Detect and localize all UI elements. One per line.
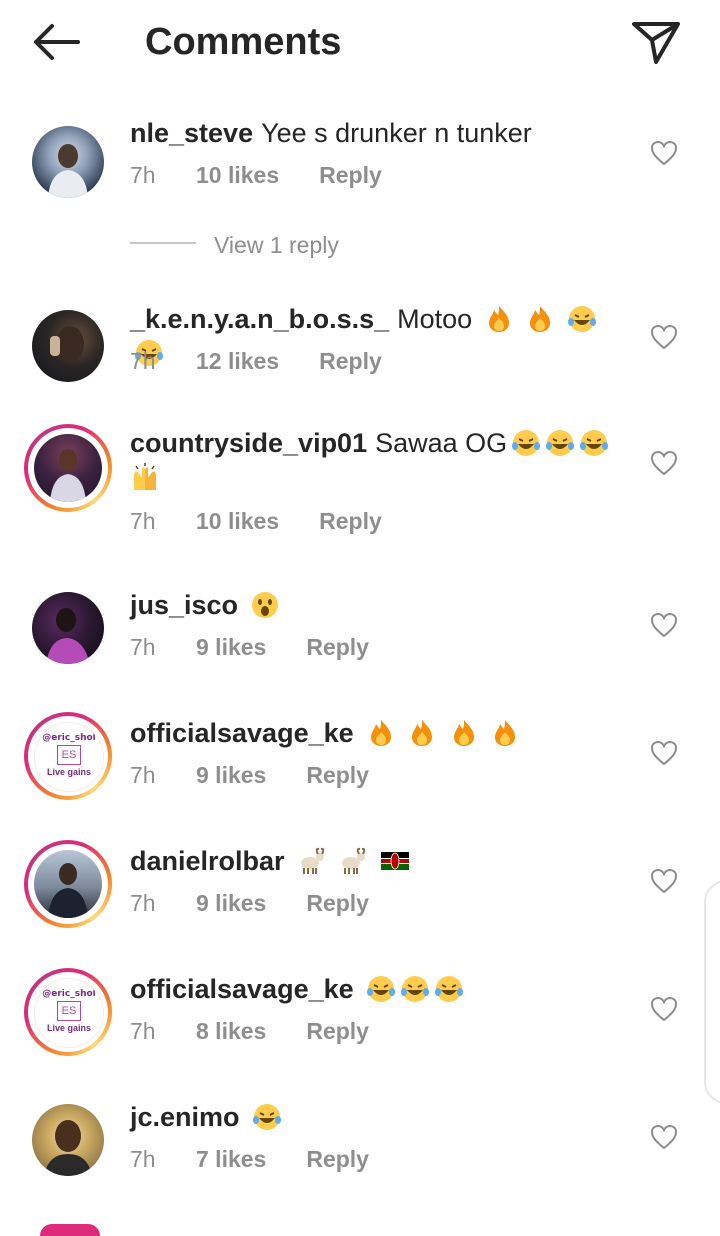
comment-time: 7h xyxy=(130,1146,156,1172)
comment-meta: 7h 9 likes Reply xyxy=(130,632,369,662)
heart-icon[interactable] xyxy=(650,1124,678,1150)
raised-hands-emoji-icon xyxy=(134,463,156,490)
reply-button[interactable]: Reply xyxy=(306,632,369,662)
comment-body: Motoo xyxy=(397,304,473,334)
surprised-emoji-icon xyxy=(252,592,279,618)
comment-username[interactable]: nle_steve xyxy=(130,118,253,148)
comment-time: 7h xyxy=(130,890,156,916)
avatar-logo-mark: ES xyxy=(57,745,81,765)
reply-button[interactable]: Reply xyxy=(306,1144,369,1174)
laugh-cry-emoji-icon xyxy=(512,430,541,456)
fire-emoji-icon xyxy=(530,306,551,332)
laugh-cry-emoji-icon xyxy=(434,976,463,1002)
likes-count[interactable]: 9 likes xyxy=(196,632,266,662)
comment-meta: 7h 12 likes Reply xyxy=(130,346,382,376)
fire-emoji-icon xyxy=(495,720,516,746)
comment-meta: 7h 8 likes Reply xyxy=(130,1016,369,1046)
avatar[interactable] xyxy=(24,584,112,672)
heart-icon[interactable] xyxy=(650,324,678,350)
comment-time: 7h xyxy=(130,634,156,660)
avatar-tag-text: Live gains xyxy=(46,1023,91,1033)
comment-meta: 7h 10 likes Reply xyxy=(130,160,382,190)
likes-count[interactable]: 9 likes xyxy=(196,888,266,918)
comment-username[interactable]: _k.e.n.y.a.n_b.o.s.s_ xyxy=(130,304,389,334)
next-avatar-partial xyxy=(40,1224,100,1236)
comment-meta: 7h 7 likes Reply xyxy=(130,1144,369,1174)
goat-emoji-icon xyxy=(342,847,366,874)
likes-count[interactable]: 7 likes xyxy=(196,1144,266,1174)
comment-username[interactable]: jc.enimo xyxy=(130,1102,240,1132)
comment-username[interactable]: officialsavage_ke xyxy=(130,718,354,748)
laugh-cry-emoji-icon xyxy=(580,430,609,456)
fire-emoji-icon xyxy=(412,720,433,746)
avatar-handle-text: @eric_shol xyxy=(42,989,96,999)
likes-count[interactable]: 8 likes xyxy=(196,1016,266,1046)
comment-time: 7h xyxy=(130,1018,156,1044)
fire-emoji-icon xyxy=(488,306,509,332)
comment-text: jus_isco xyxy=(130,588,630,622)
laugh-cry-emoji-icon xyxy=(567,306,596,332)
comment-time: 7h xyxy=(130,762,156,788)
heart-icon[interactable] xyxy=(650,450,678,476)
comment-time: 7h xyxy=(130,162,156,188)
avatar-logo-mark: ES xyxy=(57,1001,81,1021)
comment-text: jc.enimo xyxy=(130,1100,630,1134)
reply-button[interactable]: Reply xyxy=(306,1016,369,1046)
avatar[interactable]: @eric_shol ES Live gains xyxy=(24,712,112,800)
laugh-cry-emoji-icon xyxy=(546,430,575,456)
likes-count[interactable]: 9 likes xyxy=(196,760,266,790)
comment-text: countryside_vip01 Sawaa OG xyxy=(130,426,630,494)
comment-time: 7h xyxy=(130,348,156,374)
reply-button[interactable]: Reply xyxy=(306,888,369,918)
comment-body: Yee s drunker n tunker xyxy=(261,118,532,148)
comment-meta: 7h 9 likes Reply xyxy=(130,888,369,918)
comment-text: officialsavage_ke xyxy=(130,716,630,750)
comment-body: Sawaa OG xyxy=(375,428,508,458)
likes-count[interactable]: 10 likes xyxy=(196,160,279,190)
reply-button[interactable]: Reply xyxy=(319,506,382,536)
send-icon[interactable] xyxy=(630,18,682,66)
kenya-flag-icon xyxy=(380,852,409,870)
comment-text: nle_steve Yee s drunker n tunker xyxy=(130,116,630,150)
heart-icon[interactable] xyxy=(650,868,678,894)
comment-text: officialsavage_ke xyxy=(130,972,630,1006)
header-bar: Comments xyxy=(0,0,720,84)
laugh-cry-emoji-icon xyxy=(366,976,395,1002)
likes-count[interactable]: 12 likes xyxy=(196,346,279,376)
side-edge-panel-handle[interactable] xyxy=(704,880,720,1104)
fire-emoji-icon xyxy=(453,720,474,746)
avatar[interactable] xyxy=(24,302,112,390)
laugh-cry-emoji-icon xyxy=(252,1104,281,1130)
comment-username[interactable]: jus_isco xyxy=(130,590,238,620)
comment-time: 7h xyxy=(130,508,156,534)
avatar-tag-text: Live gains xyxy=(46,767,91,777)
likes-count[interactable]: 10 likes xyxy=(196,506,279,536)
avatar-handle-text: @eric_shol xyxy=(42,733,96,743)
reply-button[interactable]: Reply xyxy=(306,760,369,790)
laugh-cry-emoji-icon xyxy=(400,976,429,1002)
avatar[interactable] xyxy=(24,840,112,928)
comment-text: danielrolbar xyxy=(130,844,630,878)
avatar[interactable] xyxy=(24,424,112,512)
heart-icon[interactable] xyxy=(650,996,678,1022)
comment-username[interactable]: danielrolbar xyxy=(130,846,285,876)
goat-emoji-icon xyxy=(300,847,324,874)
heart-icon[interactable] xyxy=(650,740,678,766)
avatar[interactable] xyxy=(24,118,112,206)
page-title: Comments xyxy=(145,21,342,63)
heart-icon[interactable] xyxy=(650,612,678,638)
avatar[interactable]: @eric_shol ES Live gains xyxy=(24,968,112,1056)
reply-button[interactable]: Reply xyxy=(319,160,382,190)
comment-meta: 7h 10 likes Reply xyxy=(130,506,382,536)
avatar[interactable] xyxy=(24,1096,112,1184)
comment-username[interactable]: countryside_vip01 xyxy=(130,428,367,458)
comment-meta: 7h 9 likes Reply xyxy=(130,760,369,790)
heart-icon[interactable] xyxy=(650,140,678,166)
reply-button[interactable]: Reply xyxy=(319,346,382,376)
fire-emoji-icon xyxy=(370,720,391,746)
arrow-left-icon[interactable] xyxy=(30,22,82,62)
view-replies-text: View 1 reply xyxy=(214,232,339,258)
comment-username[interactable]: officialsavage_ke xyxy=(130,974,354,1004)
